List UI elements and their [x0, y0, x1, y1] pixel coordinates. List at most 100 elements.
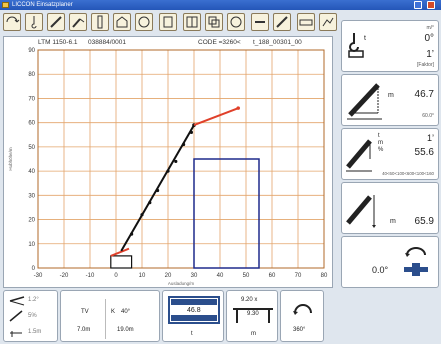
hook-icon[interactable] — [25, 13, 43, 31]
load-value: 55.6 — [414, 147, 434, 158]
boom-marker — [174, 159, 178, 164]
copy-icon[interactable] — [205, 13, 223, 31]
radius-panel[interactable]: m 46.7 60.0° — [341, 74, 439, 126]
tv-value: 7.0m — [77, 327, 91, 333]
incline-c: 1.5m — [28, 329, 42, 335]
boom-radius-icon — [347, 83, 382, 120]
boom-marker — [189, 130, 193, 134]
minimize-button[interactable] — [414, 1, 422, 9]
y-tick-label: 20 — [28, 218, 35, 224]
load-panel[interactable]: t m % 1’ 55.6 40<60<100<600<100<160 — [341, 128, 439, 180]
tv-label: TV — [81, 309, 89, 315]
hook-unit: t — [364, 35, 366, 42]
app-icon — [2, 2, 9, 8]
incline-icon — [9, 296, 25, 337]
document-icon[interactable] — [159, 13, 177, 31]
crane-carrier — [110, 255, 133, 269]
close-button[interactable] — [427, 1, 435, 9]
counterweight-panel[interactable]: 46.8 t — [162, 290, 224, 342]
tower-icon[interactable] — [91, 13, 109, 31]
chart-icon[interactable] — [319, 13, 337, 31]
y-tick-label: 70 — [28, 96, 35, 102]
y-tick-label: 80 — [28, 72, 35, 78]
hook-angle: 0° — [424, 33, 434, 44]
incline-b: 5% — [28, 313, 37, 319]
boom-icon[interactable] — [47, 13, 65, 31]
boom-marker — [166, 169, 170, 173]
rotate-arrows-icon[interactable] — [3, 13, 21, 31]
y-tick-label: 40 — [28, 169, 35, 175]
slew-range-icon — [293, 304, 312, 315]
slew-angle: 0.0° — [372, 265, 389, 275]
load-units: t m % — [378, 133, 384, 153]
k-length: 19.0m — [117, 327, 134, 333]
boom-marker — [156, 188, 160, 193]
counterweight-unit: t — [191, 331, 193, 337]
circle-icon[interactable] — [227, 13, 245, 31]
x-axis-label: Ausladung/m — [168, 281, 195, 286]
height-value: 65.9 — [414, 216, 434, 227]
boom-load-icon — [346, 139, 372, 172]
truck-icon[interactable] — [297, 13, 315, 31]
boom-end-point — [236, 106, 240, 110]
y-tick-label: 90 — [28, 48, 35, 54]
outrigger-top: 9.20 x — [241, 297, 258, 303]
wrench-icon[interactable] — [273, 13, 291, 31]
hook-count-label: [Faktor] — [417, 62, 434, 68]
boom-marker — [140, 213, 144, 217]
x-tick-label: 60 — [269, 273, 276, 279]
luffing-jib-icon[interactable] — [69, 13, 87, 31]
y-tick-label: 30 — [28, 193, 35, 199]
toolbar — [3, 13, 337, 35]
config-divider — [105, 299, 106, 339]
hook-count: 1’ — [426, 49, 434, 60]
window-title: LICCON Einsatzplaner — [12, 2, 73, 8]
x-tick-label: 10 — [139, 273, 146, 279]
x-tick-label: -10 — [86, 273, 95, 279]
load-box — [193, 158, 260, 269]
load-chart-panel: LTM 1150-6.1 038884/0001 CODE =3260< t_1… — [3, 36, 333, 288]
boom-angle: 60.0° — [422, 113, 434, 119]
x-tick-label: 0 — [114, 273, 118, 279]
slew-panel[interactable]: 0.0° — [341, 236, 439, 288]
counterweight-value: 46.8 — [187, 307, 201, 314]
x-tick-label: 30 — [191, 273, 198, 279]
outrigger-unit: m — [251, 331, 256, 337]
x-tick-label: -20 — [60, 273, 69, 279]
y-tick-label: 50 — [28, 145, 35, 151]
hook-top-unit: m/° — [426, 25, 434, 31]
x-tick-label: -30 — [34, 273, 43, 279]
incline-panel[interactable]: 1.2° 5% 1.5m — [3, 290, 58, 342]
y-axis-label: Hubhöhe/m — [8, 147, 13, 171]
minus-icon[interactable] — [251, 13, 269, 31]
outrigger-bottom: 9.30 — [247, 311, 259, 317]
crane-outline-icon[interactable] — [135, 13, 153, 31]
x-tick-label: 70 — [295, 273, 302, 279]
k-label: K — [111, 309, 116, 315]
outrigger-panel[interactable]: 9.20 x 9.30 m — [226, 290, 278, 342]
hook-icon — [348, 33, 364, 58]
hook-panel[interactable]: t m/° 0° 1’ [Faktor] — [341, 20, 439, 72]
slew-range-value: 360° — [293, 327, 306, 333]
load-scale: 40<60<100<600<100<160 — [382, 171, 434, 176]
cabin-icon[interactable] — [113, 13, 131, 31]
chart-canvas[interactable]: -30 -20 -10 0 10 20 30 40 50 60 70 80 0 10 20 30 40 50 60 7… — [4, 37, 334, 289]
app-window: LICCON Einsatzplaner LTM 1150-6.1 038884… — [0, 0, 441, 344]
incline-a: 1.2° — [28, 297, 39, 303]
radius-unit: m — [388, 92, 394, 99]
y-tick-label: 10 — [28, 242, 35, 248]
crane-cab — [110, 247, 130, 257]
boom-marker — [130, 232, 134, 236]
x-tick-label: 20 — [165, 273, 172, 279]
plot-frame — [37, 49, 325, 269]
height-unit: m — [390, 218, 396, 225]
x-tick-label: 80 — [321, 273, 328, 279]
x-tick-label: 40 — [217, 273, 224, 279]
slew-range-panel[interactable]: 360° — [280, 290, 324, 342]
height-panel[interactable]: m 65.9 — [341, 182, 439, 234]
boom-config-panel[interactable]: TV 7.0m K 40° 19.0m — [60, 290, 160, 342]
boom-marker — [182, 142, 186, 147]
title-bar: LICCON Einsatzplaner — [0, 0, 441, 10]
radius-value: 46.7 — [414, 89, 434, 100]
grid-icon[interactable] — [183, 13, 201, 31]
